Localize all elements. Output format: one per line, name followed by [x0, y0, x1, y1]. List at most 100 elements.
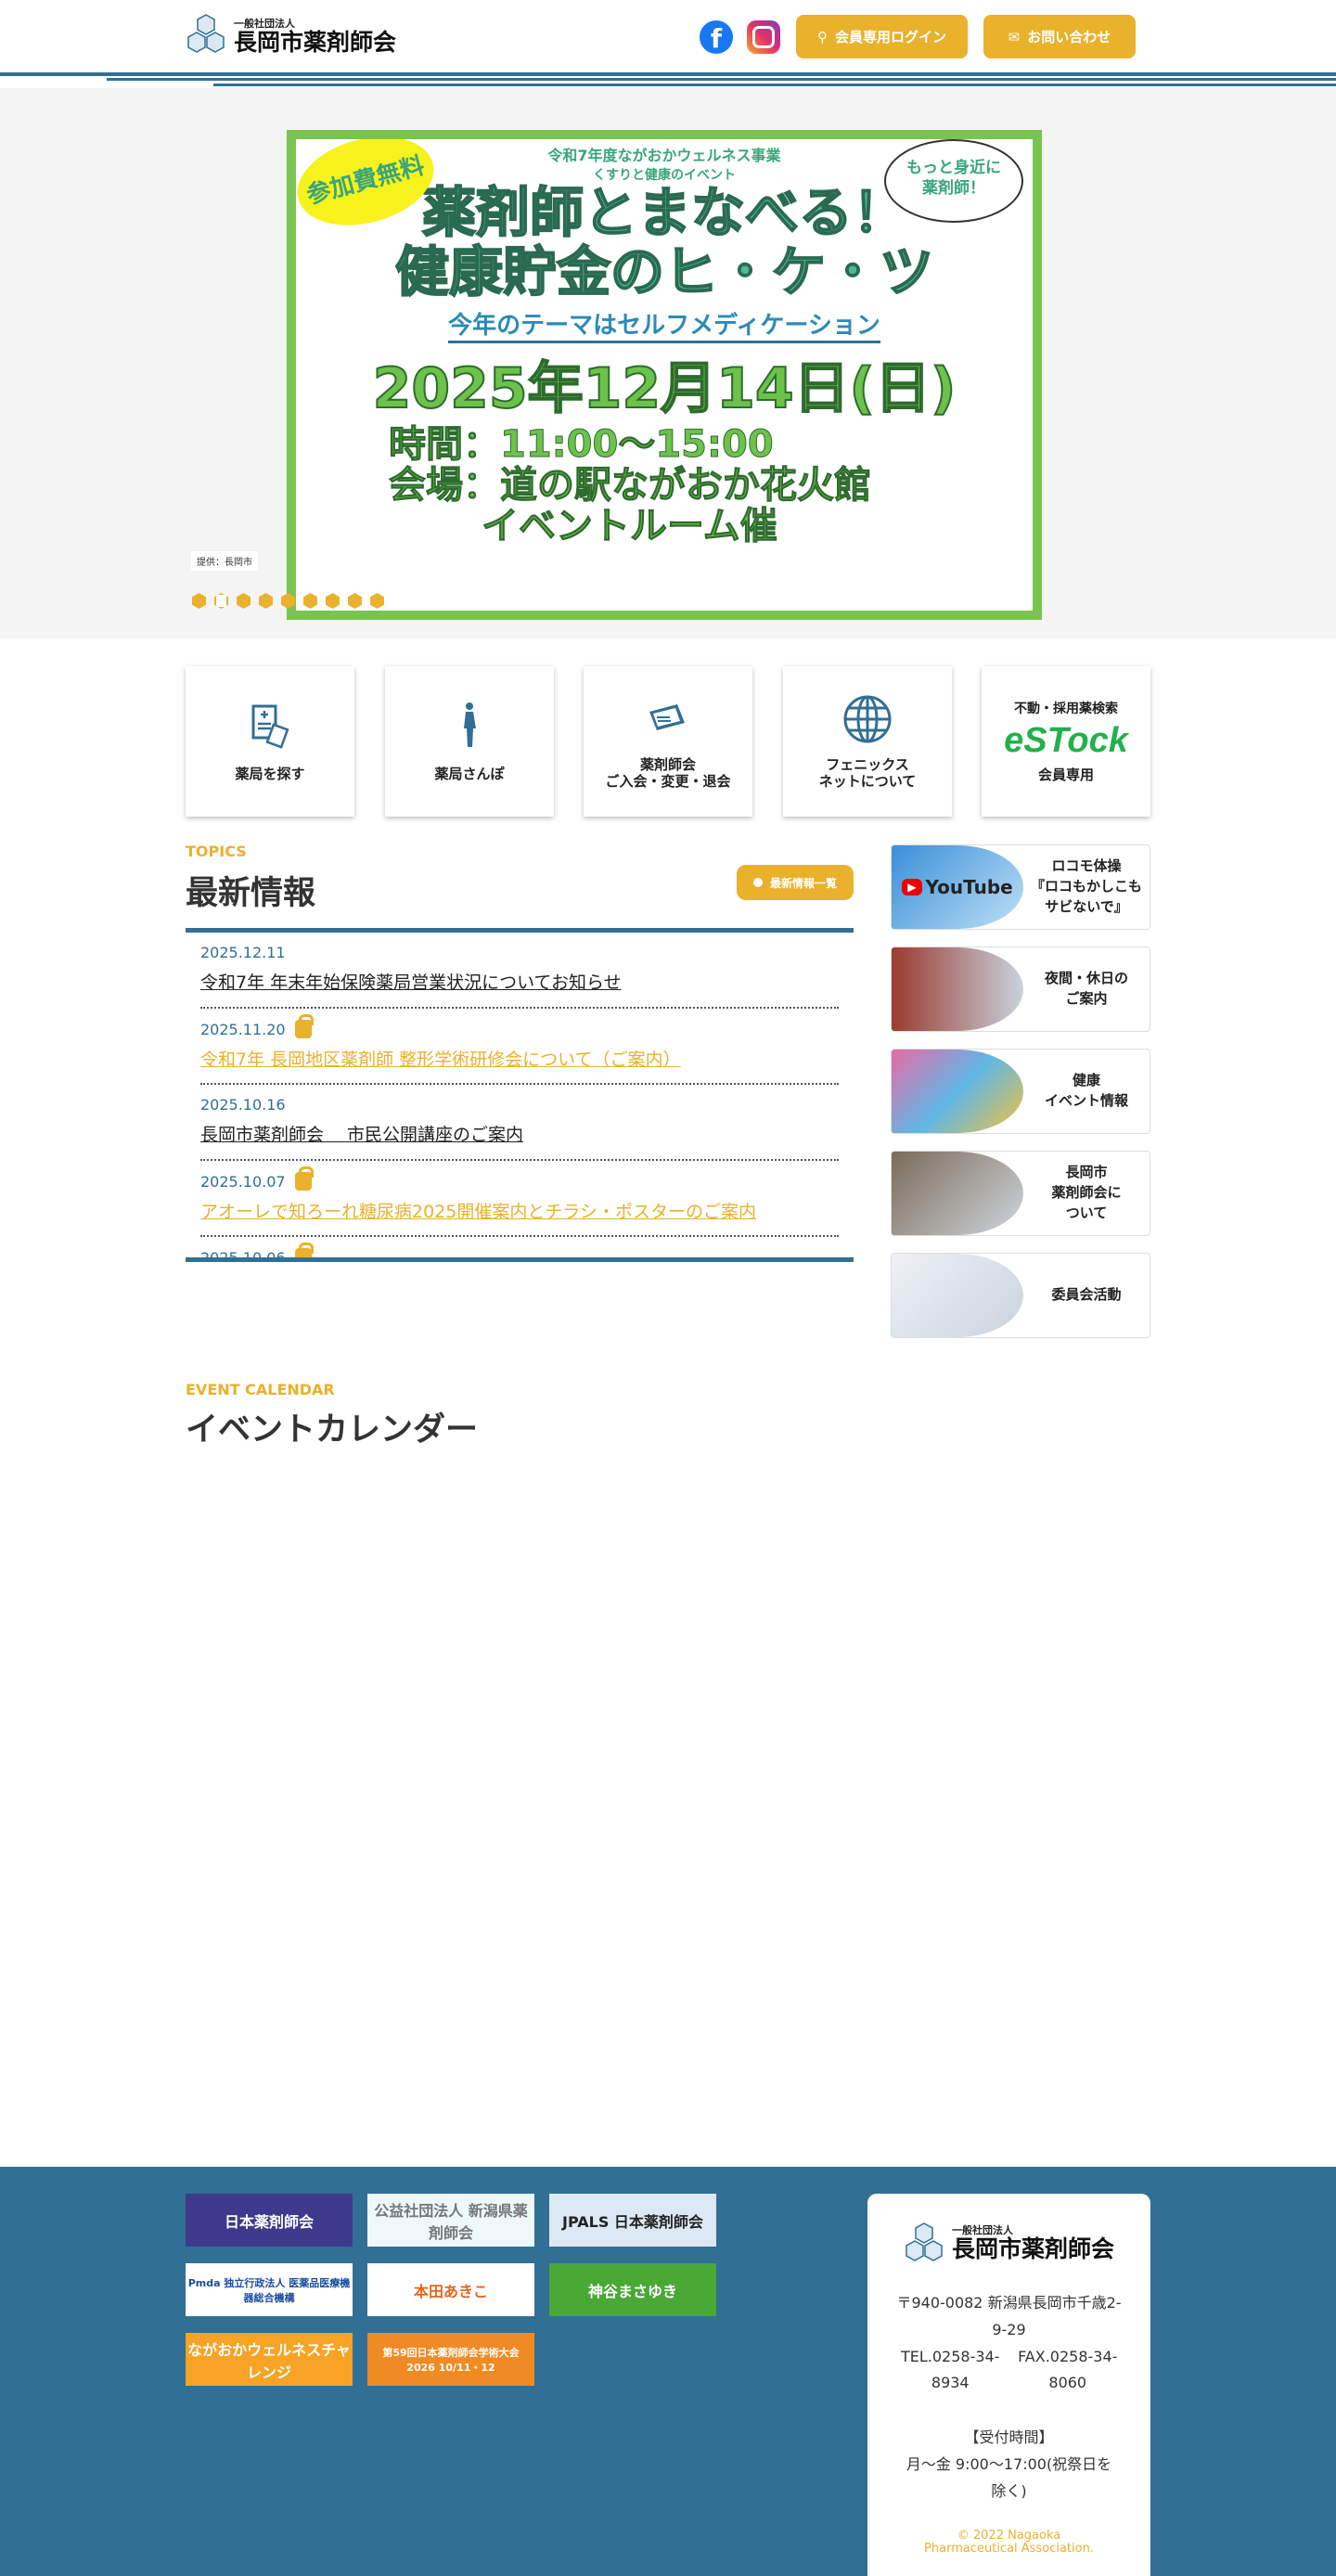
- login-label: 会員専用ログイン: [834, 29, 946, 45]
- partner-banner[interactable]: 公益社団法人 新潟県薬剤師会: [367, 2194, 534, 2247]
- tile-label: 薬剤師会 ご入会・変更・退会: [605, 756, 731, 790]
- logo-title: 長岡市薬剤師会: [951, 2235, 1114, 2262]
- partner-name: JPALS 日本薬剤師会: [562, 2212, 703, 2231]
- side-banner[interactable]: ▶ YouTube ロコモ体操 『ロコもかしこも サビないで』: [891, 844, 1150, 930]
- news-item[interactable]: 2025.10.16 長岡市薬剤師会 市民公開講座のご案内: [200, 1085, 839, 1161]
- logo-title: 長岡市薬剤師会: [234, 28, 397, 56]
- news-list-button[interactable]: 最新情報一覧: [737, 865, 854, 900]
- news-item[interactable]: 2025.11.20 令和7年 長岡地区薬剤師 整形学術研修会について（ご案内）: [200, 1009, 839, 1085]
- estock-logo: eSTock: [1004, 721, 1128, 760]
- image-credit: 提供：長岡市: [191, 551, 258, 571]
- calendar-eyebrow: EVENT CALENDAR: [186, 1381, 335, 1398]
- site-logo[interactable]: 一般社団法人 長岡市薬剤師会: [186, 13, 396, 56]
- banner-theme: 今年のテーマはセルフメディケーション: [448, 306, 880, 343]
- lock-icon: [294, 1243, 314, 1257]
- topics-eyebrow: TOPICS: [186, 843, 247, 860]
- news-item[interactable]: 2025.10.07 アオーレで知ろーれ糖尿病2025開催案内とチラシ・ポスターの…: [200, 1161, 839, 1237]
- banner-venue: 会場：道の駅ながおか花火館: [389, 463, 872, 507]
- side-banner[interactable]: 健康 イベント情報: [891, 1049, 1150, 1134]
- tile-label: 薬局を探す: [235, 765, 305, 782]
- lock-icon: [294, 1166, 314, 1191]
- tile-top-label: 不動・採用薬検索: [1014, 702, 1118, 716]
- lock-icon: [294, 1014, 314, 1038]
- partner-name: ながおかウェルネスチャレンジ: [187, 2340, 351, 2381]
- header-divider: [107, 78, 1336, 81]
- partner-name: 公益社団法人 新潟県薬剤師会: [374, 2201, 528, 2242]
- walking-person-icon: [464, 702, 476, 747]
- banner-venue2: イベントルーム催: [482, 504, 778, 547]
- partner-name: 神谷まさゆき: [587, 2282, 677, 2300]
- footer-contact-card: 一般社団法人 長岡市薬剤師会 〒940-0082 新潟県長岡市千歳2-9-29 T…: [867, 2194, 1150, 2576]
- side-banner[interactable]: 委員会活動: [891, 1253, 1150, 1338]
- partner-name: 第59回日本薬剤師会学術大会 2026 10/11・12: [382, 2346, 520, 2374]
- mail-icon: ✉: [1008, 28, 1021, 45]
- side-banner[interactable]: 夜間・休日の ご案内: [891, 947, 1150, 1032]
- tile-estock[interactable]: 不動・採用薬検索 eSTock 会員専用: [982, 666, 1150, 817]
- news-item[interactable]: 2025.10.06: [200, 1237, 839, 1262]
- partner-banner[interactable]: 神谷まさゆき: [549, 2263, 716, 2316]
- contact-button[interactable]: ✉ お問い合わせ: [983, 15, 1136, 58]
- hours-label: 【受付時間】: [964, 2428, 1054, 2447]
- news-date: 2025.10.07: [200, 1172, 286, 1191]
- facebook-icon[interactable]: f: [700, 20, 733, 54]
- side-banner-image: ▶ YouTube: [892, 845, 1023, 929]
- address: 〒940-0082 新潟県長岡市千歳2-9-29: [896, 2294, 1122, 2338]
- side-banner-label: ロコモ体操 『ロコもかしこも サビないで』: [1030, 857, 1142, 915]
- partner-banner[interactable]: 日本薬剤師会: [186, 2194, 353, 2247]
- banner-date: 2025年12月14日(日): [372, 355, 957, 422]
- side-banner[interactable]: 長岡市 薬剤師会に ついて: [891, 1151, 1150, 1236]
- tile-find-pharmacy[interactable]: 薬局を探す: [186, 666, 354, 817]
- youtube-logo: YouTube: [925, 876, 1013, 898]
- news-date: 2025.10.16: [200, 1096, 286, 1114]
- partner-banner[interactable]: JPALS 日本薬剤師会: [549, 2194, 716, 2247]
- partner-name: Pmda 独立行政法人 医薬品医療機器総合機構: [187, 2276, 351, 2304]
- instagram-icon[interactable]: [747, 20, 780, 54]
- tile-label: フェニックス ネットについて: [818, 756, 917, 790]
- header-divider: [0, 72, 1336, 76]
- news-title-link[interactable]: アオーレで知ろーれ糖尿病2025開催案内とチラシ・ポスターのご案内: [200, 1198, 839, 1223]
- event-banner-image[interactable]: 参加費無料 もっと身近に薬剤師！ 令和7年度ながおかウェルネス事業 くすりと健康…: [287, 130, 1042, 620]
- youtube-play-icon: ▶: [902, 879, 922, 895]
- news-item[interactable]: 2025.12.11 令和7年 年末年始保険薬局営業状況についてお知らせ: [200, 933, 839, 1009]
- side-banner-image: [892, 1050, 1023, 1133]
- header-divider: [213, 84, 1336, 86]
- side-banner-image: [892, 1152, 1023, 1235]
- side-banner-label: 夜間・休日の ご案内: [1044, 970, 1128, 1007]
- partner-banner[interactable]: 本田あきこ: [367, 2263, 534, 2316]
- copyright: © 2022 Nagaoka Pharmaceutical Associatio…: [924, 2528, 1094, 2556]
- document-pen-icon: [649, 704, 685, 730]
- footer-logo: 一般社団法人 長岡市薬剤師会: [867, 2222, 1150, 2264]
- news-date: 2025.11.20: [200, 1020, 286, 1038]
- news-list[interactable]: 2025.12.11 令和7年 年末年始保険薬局営業状況についてお知らせ 2025.…: [186, 928, 854, 1262]
- partner-banner[interactable]: ながおかウェルネスチャレンジ: [186, 2333, 353, 2386]
- news-date: 2025.12.11: [200, 944, 286, 961]
- tile-label: 会員専用: [1037, 766, 1094, 783]
- news-date: 2025.10.06: [200, 1248, 286, 1262]
- tile-membership[interactable]: 薬剤師会 ご入会・変更・退会: [584, 666, 752, 817]
- partner-banner[interactable]: 第59回日本薬剤師会学術大会 2026 10/11・12: [367, 2333, 534, 2386]
- calendar-title: イベントカレンダー: [186, 1411, 479, 1449]
- banner-title2: 健康貯金のヒ・ケ・ツ: [394, 239, 934, 303]
- prescription-icon: [251, 704, 289, 749]
- side-banner-label: 健康 イベント情報: [1044, 1072, 1128, 1109]
- tile-pharmacy-walk[interactable]: 薬局さんぽ: [385, 666, 554, 817]
- news-title-link[interactable]: 令和7年 長岡地区薬剤師 整形学術研修会について（ご案内）: [200, 1046, 839, 1071]
- tile-phoenix-net[interactable]: フェニックス ネットについて: [783, 666, 952, 817]
- news-list-label: 最新情報一覧: [769, 876, 837, 890]
- hours: 月〜金 9:00〜17:00(祝祭日を除く): [906, 2454, 1112, 2500]
- side-banner-label: 長岡市 薬剤師会に ついて: [1051, 1164, 1122, 1221]
- speech-bubble: もっと身近に薬剤師！: [884, 139, 1023, 223]
- tile-label: 薬局さんぽ: [434, 765, 505, 782]
- partner-banner[interactable]: Pmda 独立行政法人 医薬品医療機器総合機構: [186, 2263, 353, 2316]
- member-login-button[interactable]: ⚲ 会員専用ログイン: [796, 15, 968, 58]
- fax: FAX.0258-34-8060: [1018, 2347, 1118, 2392]
- side-banner-image: [892, 947, 1023, 1031]
- side-banner-label: 委員会活動: [1051, 1286, 1122, 1304]
- logo-hexagon-icon: [906, 2222, 943, 2261]
- contact-label: お問い合わせ: [1027, 29, 1111, 45]
- dot-icon: [752, 878, 763, 887]
- globe-icon: [843, 695, 892, 743]
- news-title-link[interactable]: 長岡市薬剤師会 市民公開講座のご案内: [200, 1121, 839, 1146]
- news-title-link[interactable]: 令和7年 年末年始保険薬局営業状況についてお知らせ: [200, 969, 839, 994]
- banner-time: 時間：11:00〜15:00: [389, 422, 775, 466]
